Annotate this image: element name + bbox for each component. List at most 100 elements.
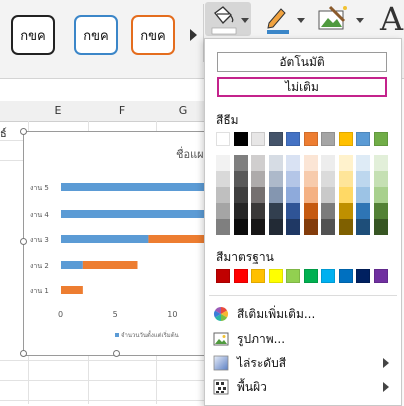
shape-outline-dropdown-icon[interactable] <box>297 18 305 23</box>
gradient-fill-item[interactable]: ไล่ระดับสี <box>213 353 397 373</box>
standard-color-swatch[interactable] <box>321 269 335 283</box>
column-header-f[interactable]: F <box>88 101 156 121</box>
theme-color-swatch[interactable] <box>338 132 353 146</box>
standard-color-swatch[interactable] <box>251 269 265 283</box>
theme-shade-swatch[interactable] <box>233 155 248 171</box>
theme-shade-swatch[interactable] <box>268 187 283 203</box>
bar-series-1 <box>61 261 83 269</box>
theme-shade-swatch[interactable] <box>286 155 300 171</box>
theme-shade-swatch[interactable] <box>338 155 353 171</box>
theme-color-swatch[interactable] <box>286 132 300 146</box>
menu-item-label: รูปภาพ... <box>237 331 286 346</box>
picture-fill-item[interactable]: รูปภาพ... <box>213 329 397 349</box>
chart-resize-handle[interactable] <box>20 350 27 357</box>
standard-color-swatch[interactable] <box>373 269 388 283</box>
theme-shade-swatch[interactable] <box>286 171 300 187</box>
theme-shade-swatch[interactable] <box>233 187 248 203</box>
theme-shade-swatch[interactable] <box>338 171 353 187</box>
shape-effects-dropdown-icon[interactable] <box>356 18 364 23</box>
standard-color-swatch[interactable] <box>286 269 300 283</box>
theme-shade-swatch[interactable] <box>303 155 318 171</box>
theme-shade-swatch[interactable] <box>286 187 300 203</box>
theme-shade-swatch[interactable] <box>251 171 265 187</box>
theme-shade-swatch[interactable] <box>373 171 388 187</box>
theme-shade-swatch[interactable] <box>233 203 248 219</box>
no-fill-button[interactable]: ไม่เติม <box>217 77 387 97</box>
column-header-e[interactable]: E <box>28 101 88 121</box>
theme-color-swatch[interactable] <box>233 132 248 146</box>
standard-color-swatch[interactable] <box>216 269 230 283</box>
shape-style-label: กขค <box>140 28 166 44</box>
standard-color-swatch[interactable] <box>356 269 370 283</box>
theme-shade-swatch[interactable] <box>356 155 370 171</box>
theme-color-swatch[interactable] <box>251 132 265 146</box>
theme-shade-swatch[interactable] <box>356 203 370 219</box>
theme-shade-swatch[interactable] <box>233 171 248 187</box>
theme-shade-swatch[interactable] <box>303 187 318 203</box>
shape-style-orange[interactable]: กขค <box>131 15 175 55</box>
theme-color-swatch[interactable] <box>303 132 318 146</box>
theme-shade-swatch[interactable] <box>251 203 265 219</box>
shape-fill-button[interactable] <box>205 2 251 36</box>
gallery-next-arrow-icon[interactable] <box>190 29 197 41</box>
text-effects-button[interactable]: A <box>376 0 404 38</box>
shape-outline-button[interactable] <box>263 2 307 36</box>
theme-shade-swatch[interactable] <box>216 187 230 203</box>
automatic-fill-button[interactable]: อัตโนมัติ <box>217 52 387 72</box>
theme-shade-swatch[interactable] <box>321 203 335 219</box>
texture-fill-item[interactable]: พื้นผิว <box>213 377 397 397</box>
theme-shade-swatch[interactable] <box>303 171 318 187</box>
standard-color-swatch[interactable] <box>303 269 318 283</box>
theme-shade-swatch[interactable] <box>321 187 335 203</box>
theme-shade-swatch[interactable] <box>321 171 335 187</box>
theme-shade-swatch[interactable] <box>373 187 388 203</box>
theme-shade-swatch[interactable] <box>268 171 283 187</box>
theme-shade-swatch[interactable] <box>268 219 283 235</box>
theme-shade-swatch[interactable] <box>373 203 388 219</box>
theme-shade-swatch[interactable] <box>356 219 370 235</box>
theme-shade-swatch[interactable] <box>303 219 318 235</box>
theme-shade-swatch[interactable] <box>216 203 230 219</box>
effects-icon <box>318 5 347 30</box>
theme-shade-swatch[interactable] <box>251 187 265 203</box>
theme-shade-swatch[interactable] <box>268 203 283 219</box>
theme-shade-swatch[interactable] <box>216 219 230 235</box>
theme-shade-swatch[interactable] <box>286 219 300 235</box>
standard-color-swatch[interactable] <box>338 269 353 283</box>
theme-shade-swatch[interactable] <box>338 219 353 235</box>
theme-shade-swatch[interactable] <box>251 155 265 171</box>
shape-effects-button[interactable] <box>316 2 366 36</box>
theme-shade-swatch[interactable] <box>356 187 370 203</box>
theme-color-swatch[interactable] <box>268 132 283 146</box>
theme-color-swatch[interactable] <box>356 132 370 146</box>
standard-colors-label: สีมาตรฐาน <box>216 250 274 264</box>
more-fill-colors-item[interactable]: สีเติมเพิ่มเติม... <box>213 304 397 324</box>
theme-shade-swatch[interactable] <box>373 155 388 171</box>
theme-shade-swatch[interactable] <box>286 203 300 219</box>
standard-color-swatch[interactable] <box>268 269 283 283</box>
standard-color-swatch[interactable] <box>233 269 248 283</box>
theme-shade-swatch[interactable] <box>216 155 230 171</box>
theme-color-swatch[interactable] <box>216 132 230 146</box>
shape-style-blue[interactable]: กขค <box>74 15 118 55</box>
chart-resize-handle[interactable] <box>113 350 120 357</box>
column-header-g[interactable]: G <box>156 101 210 121</box>
theme-shade-swatch[interactable] <box>233 219 248 235</box>
theme-shade-swatch[interactable] <box>338 187 353 203</box>
chart-resize-handle[interactable] <box>20 128 27 135</box>
theme-color-swatch[interactable] <box>373 132 388 146</box>
theme-shade-swatch[interactable] <box>321 155 335 171</box>
shape-style-dark[interactable]: กขค <box>11 15 55 55</box>
theme-shade-swatch[interactable] <box>303 203 318 219</box>
theme-shade-swatch[interactable] <box>268 155 283 171</box>
chart-area[interactable]: ชื่อแผ งาน 1 งาน 2 งาน 3 งาน 4 งาน 5 0 5 10 จำ… <box>23 131 215 356</box>
chart-resize-handle[interactable] <box>20 238 27 245</box>
theme-shade-swatch[interactable] <box>338 203 353 219</box>
theme-color-swatch[interactable] <box>321 132 335 146</box>
theme-shade-swatch[interactable] <box>373 219 388 235</box>
theme-shade-swatch[interactable] <box>216 171 230 187</box>
theme-shade-swatch[interactable] <box>356 171 370 187</box>
shape-fill-dropdown-icon[interactable] <box>241 18 249 23</box>
theme-shade-swatch[interactable] <box>251 219 265 235</box>
theme-shade-swatch[interactable] <box>321 219 335 235</box>
